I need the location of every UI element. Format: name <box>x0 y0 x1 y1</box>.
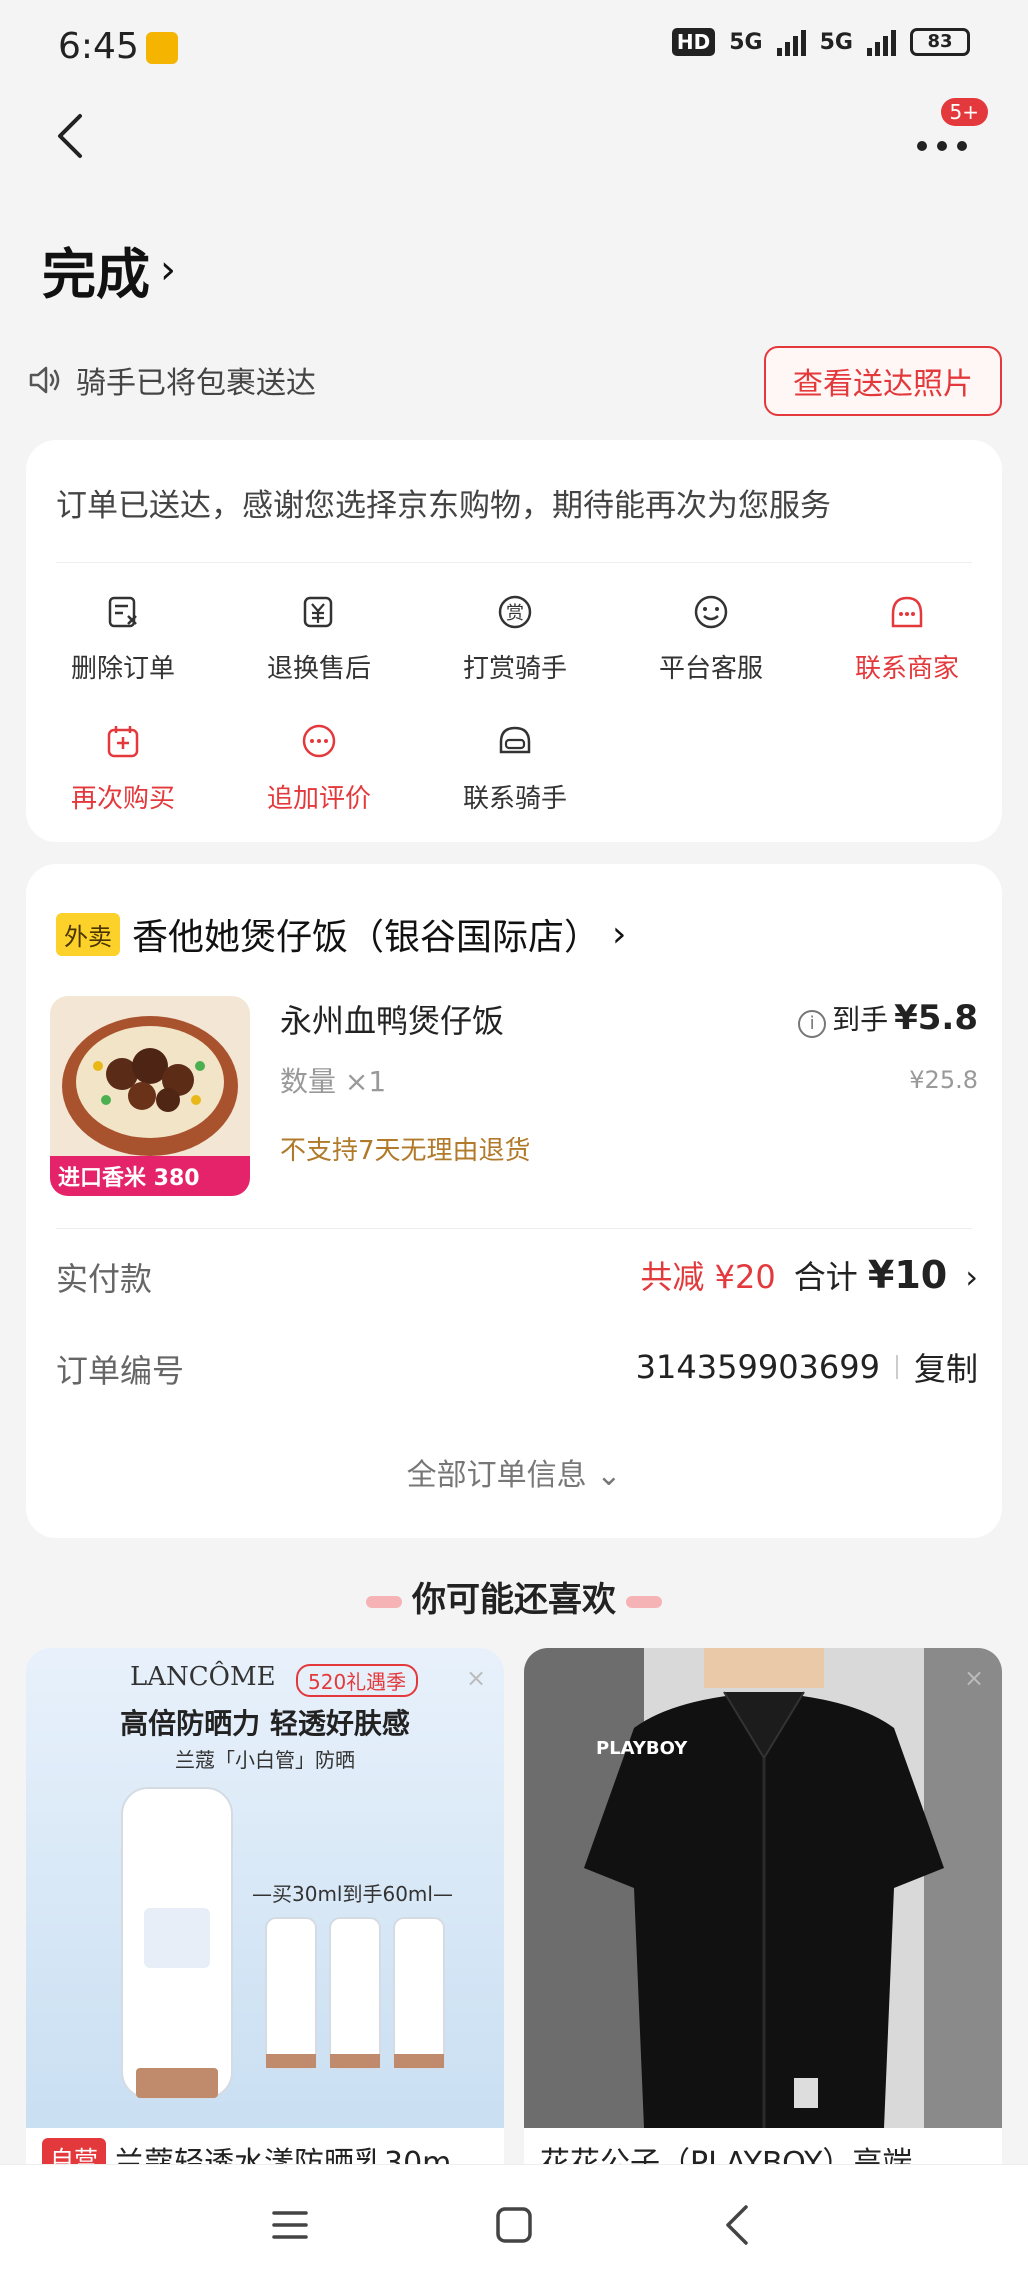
shop-row[interactable]: 外卖 香他她煲仔饭（银谷国际店） › <box>56 908 626 960</box>
message-count-badge: 5+ <box>940 98 988 126</box>
reward-icon: 赏 <box>498 595 532 629</box>
hd-badge: HD <box>671 28 716 56</box>
decor-dash-icon <box>626 1595 662 1608</box>
add-review-button[interactable]: 追加评价 <box>224 722 414 815</box>
order-status-text: 完成 <box>42 243 150 306</box>
refund-icon <box>303 596 333 628</box>
order-number-label: 订单编号 <box>56 1352 185 1390</box>
recommend-item-shirt[interactable]: PLAYBOY × 花花公子（PLAYBOY）高端 <box>524 1648 1002 2168</box>
total-value: ¥10 <box>867 1253 948 1297</box>
speaker-icon <box>29 366 60 394</box>
order-number: 314359903699 <box>635 1348 880 1386</box>
action-label: 联系骑手 <box>462 784 567 814</box>
chevron-right-icon: › <box>160 246 176 293</box>
home-icon[interactable] <box>492 2203 536 2247</box>
refund-aftersale-button[interactable]: 退换售后 <box>224 592 414 685</box>
status-indicators: HD 5G 5G 83 <box>671 28 970 56</box>
action-label: 打赏骑手 <box>462 654 567 684</box>
svg-text:赏: 赏 <box>506 603 524 624</box>
total-prefix: 合计 <box>793 1258 858 1296</box>
ad-subtitle: 兰蔻「小白管」防晒 <box>175 1748 355 1772</box>
buy-again-button[interactable]: 再次购买 <box>28 722 218 815</box>
info-icon[interactable]: i <box>798 1009 827 1038</box>
food-quantity: 数量 ×1 <box>280 1065 387 1098</box>
comment-icon <box>302 724 336 758</box>
original-price: ¥25.8 <box>909 1066 978 1094</box>
recommend-title: 你可能还喜欢 <box>0 1572 1028 1621</box>
signal-icon-2 <box>867 28 896 56</box>
ad-headline: 高倍防晒力 轻透好肤感 <box>120 1707 410 1740</box>
action-label: 追加评价 <box>266 784 371 814</box>
all-order-info-toggle[interactable]: 全部订单信息 ⌄ <box>26 1450 1002 1494</box>
copy-button[interactable]: 复制 <box>914 1344 978 1390</box>
payment-summary[interactable]: 共减 ¥20 合计 ¥10 › <box>640 1252 978 1298</box>
ad-promo: 520礼遇季 <box>296 1664 419 1697</box>
order-detail-card: 外卖 香他她煲仔饭（银谷国际店） › 进口香米 380 永州血鸭煲仔饭 数量 ×… <box>26 864 1002 1538</box>
order-status-title[interactable]: 完成 › <box>42 230 176 309</box>
rebuy-icon <box>107 726 139 758</box>
close-icon[interactable]: × <box>466 1664 486 1692</box>
contact-rider-button[interactable]: 联系骑手 <box>420 722 610 815</box>
rider-status-text: 骑手已将包裹送达 <box>76 366 316 401</box>
final-price-prefix: 到手 <box>832 1003 889 1036</box>
ad-brand: LANCÔME <box>130 1662 276 1692</box>
system-nav-bar <box>0 2164 1028 2284</box>
contact-merchant-button[interactable]: 联系商家 <box>812 592 1002 685</box>
action-label: 再次购买 <box>70 784 175 814</box>
order-actions-card: 订单已送达，感谢您选择京东购物，期待能再次为您服务 删除订单 退换售后 赏 打赏… <box>26 440 1002 842</box>
chevron-right-icon: › <box>965 1258 978 1296</box>
final-price[interactable]: i 到手 ¥5.8 <box>798 998 978 1038</box>
shop-name: 香他她煲仔饭（银谷国际店） <box>132 917 601 958</box>
order-number-row: 314359903699 复制 <box>636 1344 978 1390</box>
customer-service-icon <box>694 595 728 629</box>
ad-deal: —买30ml到手60ml— <box>252 1882 453 1906</box>
action-label: 退换售后 <box>266 654 371 684</box>
delete-order-button[interactable]: 删除订单 <box>28 592 218 685</box>
action-label: 删除订单 <box>70 654 175 684</box>
divider <box>56 562 972 563</box>
divider <box>56 1228 972 1229</box>
battery-icon: 83 <box>910 28 970 56</box>
action-label: 平台客服 <box>658 654 763 684</box>
recommend-title-text: 你可能还喜欢 <box>412 1580 616 1620</box>
back-arrow-icon[interactable] <box>50 108 90 164</box>
reward-rider-button[interactable]: 赏 打赏骑手 <box>420 592 610 685</box>
merchant-chat-icon <box>891 596 923 628</box>
discount-amount: 共减 ¥20 <box>640 1258 776 1296</box>
network-label-1: 5G <box>729 29 763 55</box>
takeaway-tag: 外卖 <box>56 912 120 956</box>
platform-service-button[interactable]: 平台客服 <box>616 592 806 685</box>
ad-brand: PLAYBOY <box>596 1738 688 1759</box>
paid-label: 实付款 <box>56 1260 153 1298</box>
rider-status-row: 骑手已将包裹送达 <box>28 358 316 402</box>
chevron-right-icon: › <box>612 913 627 955</box>
shirt-ad-image <box>524 1648 1002 2128</box>
view-delivery-photo-button[interactable]: 查看送达照片 <box>764 346 1002 416</box>
food-image-caption: 进口香米 380 <box>58 1166 200 1191</box>
food-image[interactable]: 进口香米 380 <box>50 996 250 1196</box>
rider-helmet-icon <box>499 726 531 754</box>
notification-app-icon <box>146 32 178 64</box>
network-label-2: 5G <box>819 29 853 55</box>
decor-dash-icon <box>366 1595 402 1608</box>
menu-icon[interactable] <box>268 2203 312 2247</box>
return-policy-note: 不支持7天无理由退货 <box>280 1136 531 1166</box>
thanks-message: 订单已送达，感谢您选择京东购物，期待能再次为您服务 <box>56 488 831 524</box>
status-time: 6:45 <box>58 26 139 67</box>
chevron-down-icon: ⌄ <box>596 1458 622 1493</box>
back-icon[interactable] <box>716 2203 760 2247</box>
all-order-info-label: 全部订单信息 <box>406 1458 587 1493</box>
total-amount: 合计 ¥10 <box>794 1252 948 1298</box>
recommend-item-sunscreen[interactable]: LANCÔME 520礼遇季 高倍防晒力 轻透好肤感 兰蔻「小白管」防晒 —买3… <box>26 1648 504 2168</box>
close-icon[interactable]: × <box>964 1664 984 1692</box>
final-price-value: ¥5.8 <box>894 998 978 1038</box>
action-label: 联系商家 <box>854 654 959 684</box>
food-name[interactable]: 永州血鸭煲仔饭 <box>280 996 504 1042</box>
signal-icon <box>776 28 806 56</box>
divider <box>895 1355 898 1379</box>
delete-order-icon <box>108 596 137 628</box>
